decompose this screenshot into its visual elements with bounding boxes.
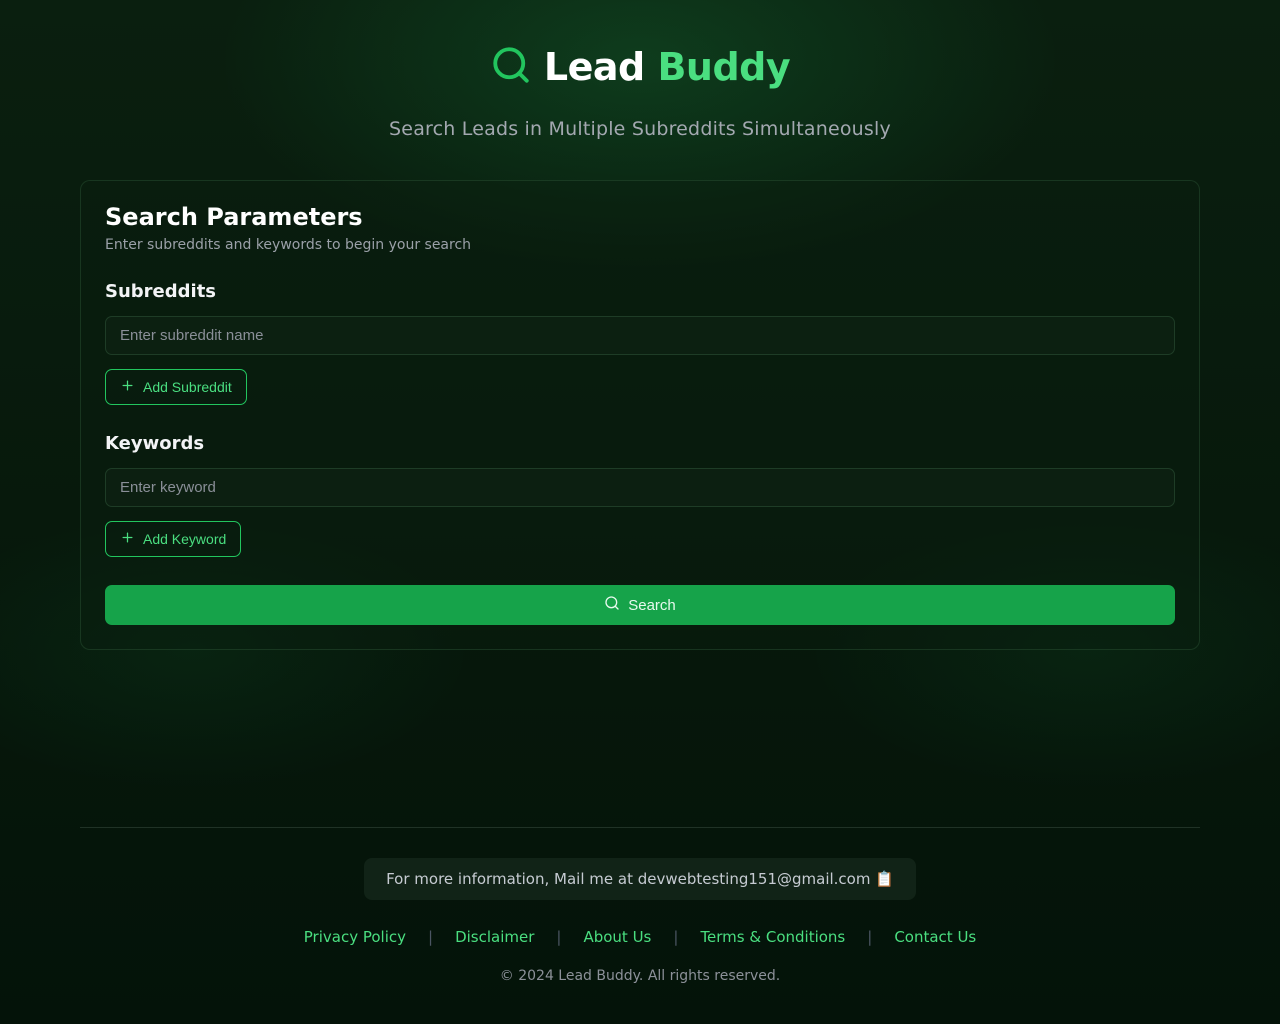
search-parameters-card: Search Parameters Enter subreddits and k…: [80, 180, 1200, 650]
footer-link-disclaimer[interactable]: Disclaimer: [445, 928, 544, 946]
page-footer: For more information, Mail me at devwebt…: [80, 827, 1200, 1024]
mail-info[interactable]: For more information, Mail me at devwebt…: [364, 858, 916, 900]
add-keyword-label: Add Keyword: [143, 531, 226, 547]
subreddits-section: Subreddits Add Subreddit: [105, 281, 1175, 405]
footer-link-privacy-policy[interactable]: Privacy Policy: [294, 928, 416, 946]
logo-lead: Lead: [544, 45, 645, 89]
page-header: Lead Buddy Search Leads in Multiple Subr…: [80, 32, 1200, 148]
link-separator: |: [867, 928, 872, 946]
link-separator: |: [556, 928, 561, 946]
add-subreddit-label: Add Subreddit: [143, 379, 232, 395]
card-subtitle: Enter subreddits and keywords to begin y…: [105, 237, 1175, 253]
copyright: © 2024 Lead Buddy. All rights reserved.: [80, 968, 1200, 984]
tagline: Search Leads in Multiple Subreddits Simu…: [80, 118, 1200, 140]
footer-link-contact-us[interactable]: Contact Us: [884, 928, 986, 946]
keywords-label: Keywords: [105, 433, 1175, 454]
logo: Lead Buddy: [490, 44, 790, 90]
add-keyword-button[interactable]: Add Keyword: [105, 521, 241, 557]
add-subreddit-button[interactable]: Add Subreddit: [105, 369, 247, 405]
search-icon: [490, 44, 532, 90]
keyword-input[interactable]: [105, 468, 1175, 507]
subreddit-input[interactable]: [105, 316, 1175, 355]
footer-link-about-us[interactable]: About Us: [573, 928, 661, 946]
keywords-section: Keywords Add Keyword: [105, 433, 1175, 557]
search-button[interactable]: Search: [105, 585, 1175, 625]
logo-text: Lead Buddy: [544, 45, 790, 89]
card-title: Search Parameters: [105, 203, 1175, 231]
plus-icon: [120, 378, 135, 396]
link-separator: |: [428, 928, 433, 946]
search-icon: [604, 595, 620, 615]
plus-icon: [120, 530, 135, 548]
logo-buddy: Buddy: [657, 45, 790, 89]
footer-links: Privacy Policy | Disclaimer | About Us |…: [80, 928, 1200, 946]
search-button-label: Search: [628, 597, 676, 614]
footer-link-terms-conditions[interactable]: Terms & Conditions: [690, 928, 855, 946]
link-separator: |: [673, 928, 678, 946]
subreddits-label: Subreddits: [105, 281, 1175, 302]
